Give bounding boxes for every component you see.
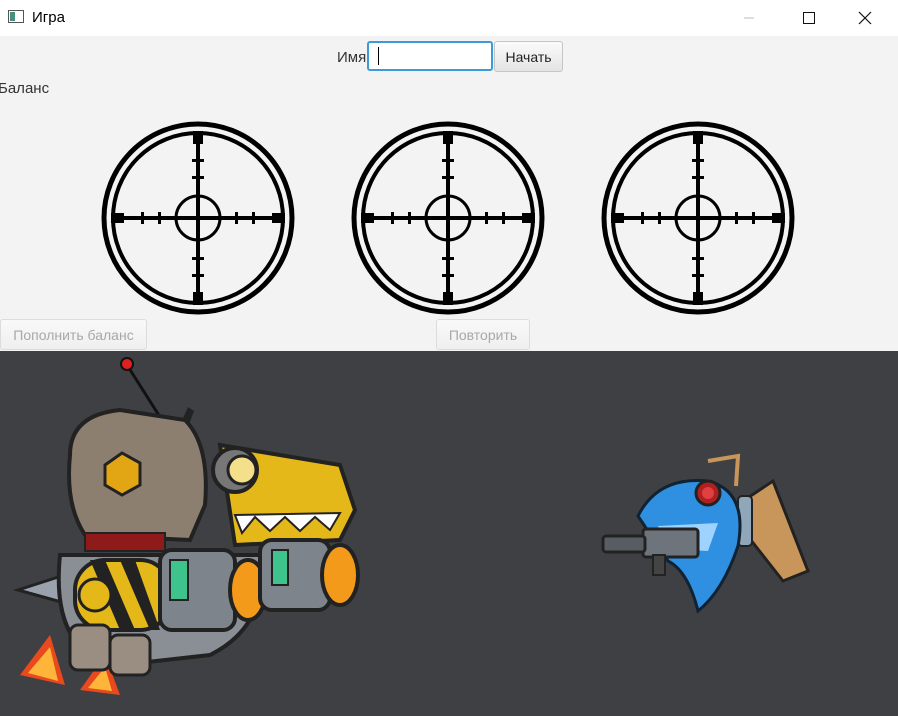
close-icon: [858, 11, 872, 25]
minimize-icon: [744, 17, 754, 19]
name-input[interactable]: [367, 41, 493, 71]
reel-1-crosshair-icon: [101, 121, 295, 315]
reel-2-crosshair-icon: [351, 121, 545, 315]
robot-dino-character: [12, 357, 360, 695]
game-panel: Имя Начать Баланс Пополнить баланс Повто…: [0, 36, 898, 351]
topup-balance-button[interactable]: Пополнить баланс: [0, 319, 147, 350]
text-caret: [378, 47, 379, 65]
reel-3-crosshair-icon: [601, 121, 795, 315]
start-button[interactable]: Начать: [494, 41, 563, 72]
name-label: Имя: [337, 49, 367, 66]
window-title: Игра: [32, 9, 65, 26]
maximize-icon: [803, 12, 815, 24]
close-button[interactable]: [842, 0, 888, 36]
repeat-button[interactable]: Повторить: [436, 319, 530, 350]
minimize-button[interactable]: [726, 0, 772, 36]
game-stage: [0, 351, 898, 716]
balance-label: Баланс: [0, 80, 50, 97]
window-titlebar[interactable]: Игра: [0, 0, 898, 36]
blue-shark-gunner-character: [601, 453, 810, 614]
maximize-button[interactable]: [786, 0, 832, 36]
app-icon: [8, 10, 24, 23]
